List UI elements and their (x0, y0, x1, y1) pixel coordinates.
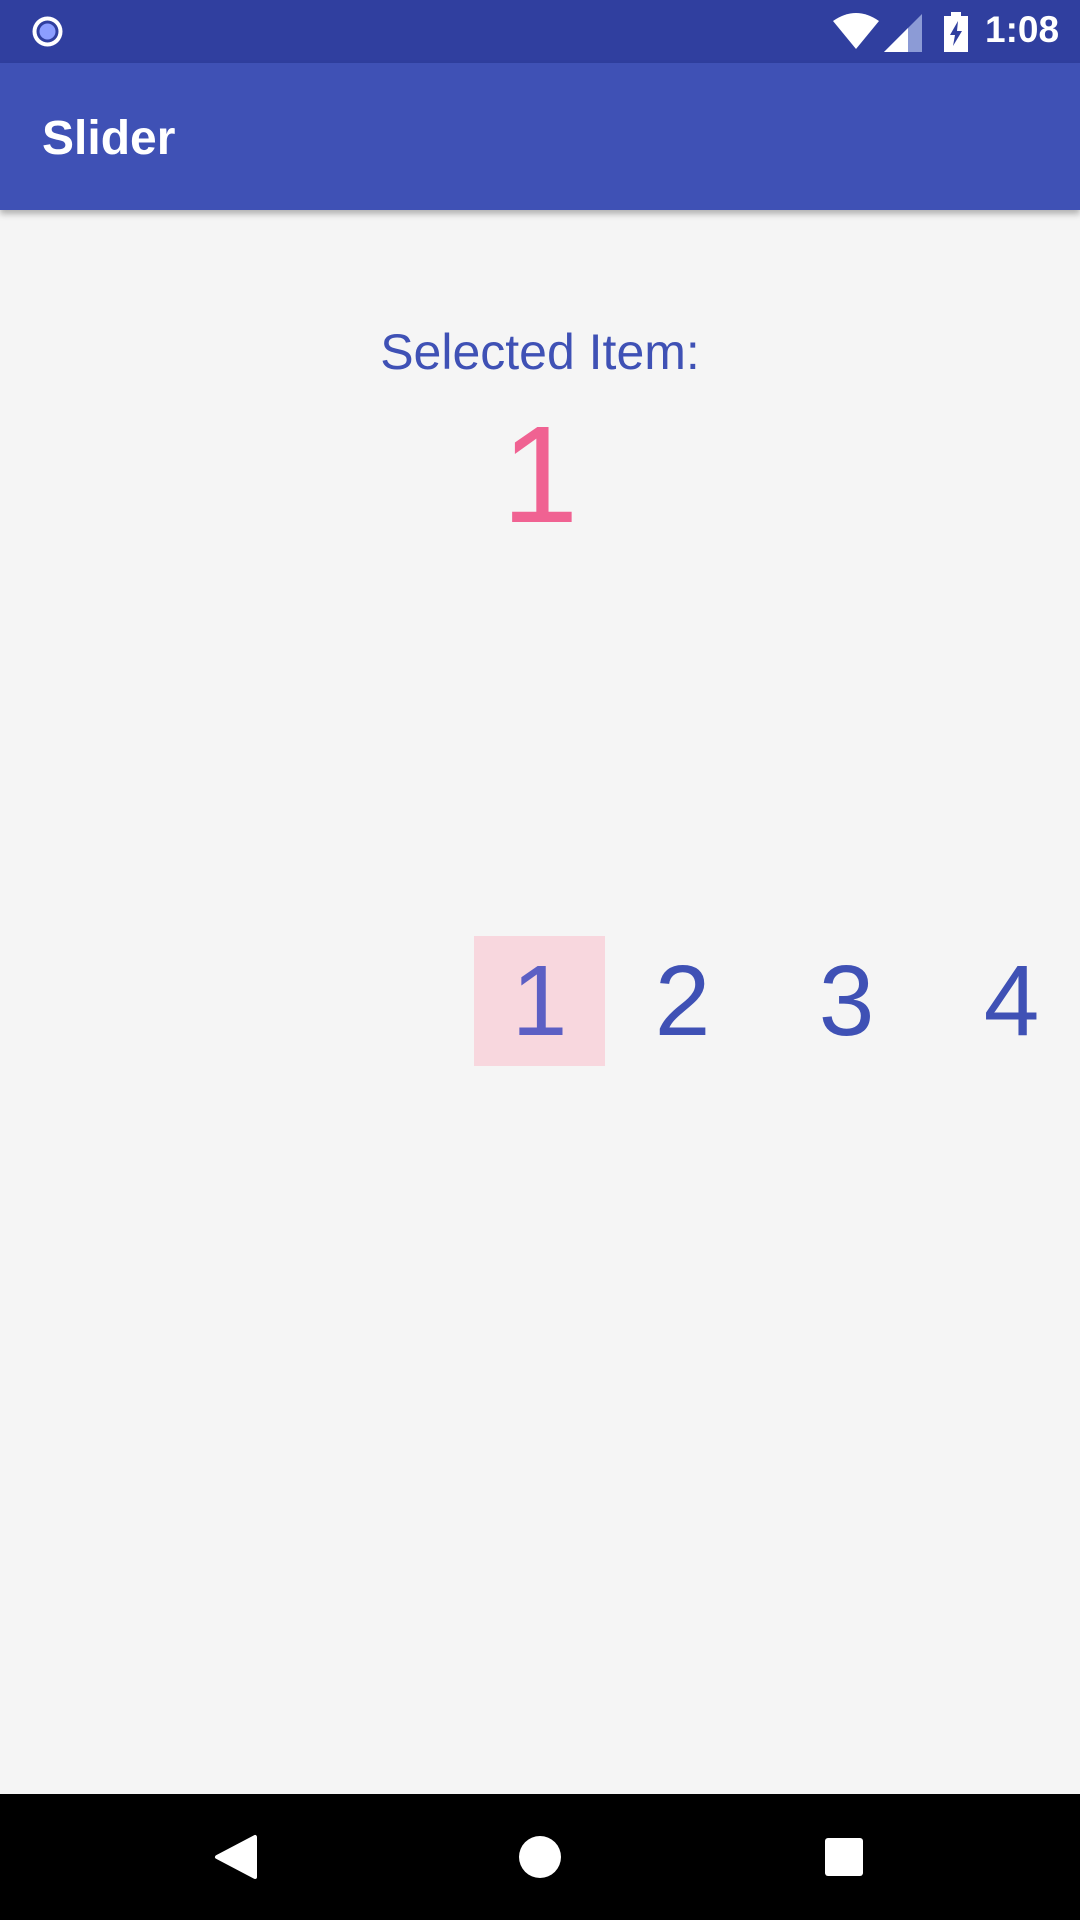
navigation-bar (0, 1794, 1080, 1920)
slider-item-3[interactable]: 3 (781, 936, 912, 1066)
status-time: 1:08 (985, 9, 1060, 50)
selected-item-value: 1 (501, 398, 579, 552)
recents-icon[interactable] (794, 1794, 894, 1920)
wifi-icon (833, 13, 879, 49)
status-bar: 1:08 (0, 0, 1080, 63)
back-icon[interactable] (190, 1794, 290, 1920)
battery-charging-icon (944, 12, 968, 52)
notification-dot-icon (32, 16, 63, 47)
selected-item-label: Selected Item: (380, 324, 700, 380)
home-icon[interactable] (490, 1794, 590, 1920)
app-bar: Slider (0, 63, 1080, 210)
slider-item-2[interactable]: 2 (617, 936, 748, 1066)
slider-item-4[interactable]: 4 (946, 936, 1077, 1066)
signal-icon (884, 14, 922, 52)
app-title: Slider (42, 112, 176, 165)
slider-item-1[interactable]: 1 (474, 936, 605, 1066)
